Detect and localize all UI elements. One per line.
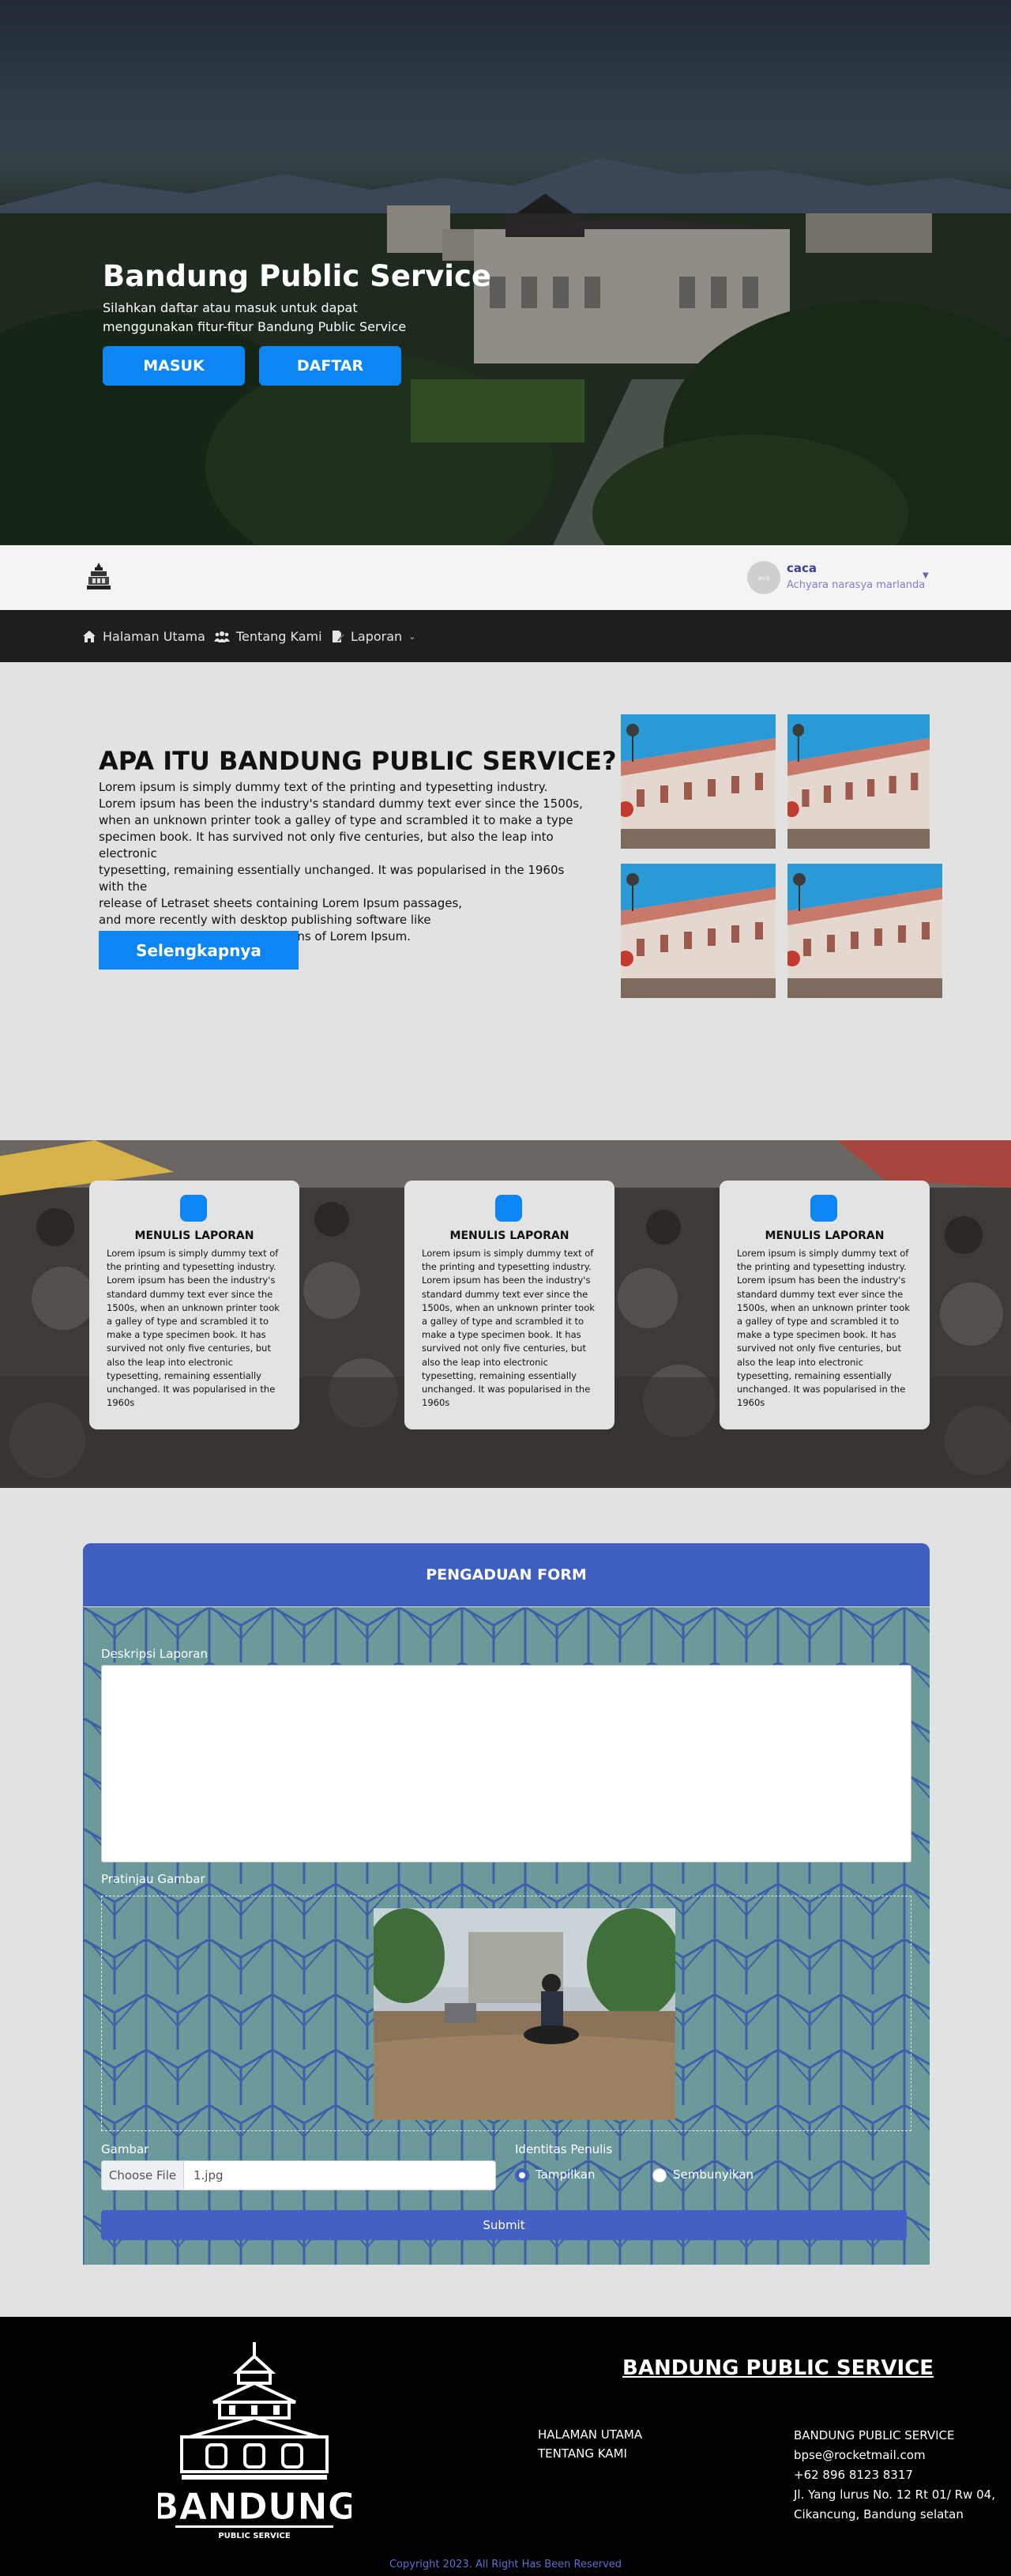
nav-label-reports: Laporan bbox=[351, 629, 403, 644]
radio-show-label[interactable]: Tampilkan bbox=[536, 2167, 595, 2182]
feature-card: MENULIS LAPORAN Lorem ipsum is simply du… bbox=[720, 1181, 930, 1429]
caret-down-icon[interactable]: ▼ bbox=[923, 571, 929, 580]
edit-document-icon bbox=[333, 631, 344, 642]
feature-icon bbox=[495, 1195, 522, 1222]
submit-button[interactable]: Submit bbox=[101, 2210, 907, 2240]
contact-name: BANDUNG PUBLIC SERVICE bbox=[794, 2428, 955, 2442]
contact-address: Jl. Yang lurus No. 12 Rt 01/ Rw 04, Cika… bbox=[794, 2487, 995, 2521]
user-avatar[interactable]: ava bbox=[747, 561, 780, 594]
users-icon bbox=[214, 631, 230, 642]
feature-card: MENULIS LAPORAN Lorem ipsum is simply du… bbox=[404, 1181, 614, 1429]
copyright-text: Copyright 2023. All Right Has Been Reser… bbox=[389, 2559, 622, 2570]
bandung-logo: BANDUNG PUBLIC SERVICE bbox=[158, 2342, 351, 2540]
hero-section: Bandung Public Service Silahkan daftar a… bbox=[0, 0, 1011, 545]
nav-label-about: Tentang Kami bbox=[236, 629, 322, 644]
chevron-down-icon: ⌄ bbox=[408, 631, 416, 642]
identity-label: Identitas Penulis bbox=[515, 2142, 613, 2156]
hero-subtitle: Silahkan daftar atau masuk untuk dapat m… bbox=[103, 300, 407, 334]
footer-title: BANDUNG PUBLIC SERVICE bbox=[622, 2356, 934, 2380]
feature-card: MENULIS LAPORAN Lorem ipsum is simply du… bbox=[89, 1181, 299, 1429]
gallery-image bbox=[787, 864, 942, 998]
footer: BANDUNG PUBLIC SERVICE BANDUNG PUBLIC SE… bbox=[0, 2317, 1011, 2576]
about-text: Lorem ipsum is simply dummy text of the … bbox=[99, 780, 583, 943]
feature-title: MENULIS LAPORAN bbox=[765, 1230, 885, 1242]
feature-icon bbox=[180, 1195, 207, 1222]
about-title: APA ITU BANDUNG PUBLIC SERVICE? bbox=[99, 746, 617, 776]
home-icon bbox=[83, 631, 96, 642]
nav-label-home: Halaman Utama bbox=[103, 629, 205, 644]
image-label: Gambar bbox=[101, 2142, 149, 2156]
file-input[interactable]: Choose File 1.jpg bbox=[101, 2160, 496, 2190]
top-bar: ava caca Achyara narasya marlanda ▼ bbox=[0, 545, 1011, 610]
nav-item-reports[interactable]: Laporan ⌄ bbox=[332, 629, 415, 644]
nav-item-home[interactable]: Halaman Utama bbox=[82, 629, 205, 644]
hero-title: Bandung Public Service bbox=[103, 259, 491, 293]
read-more-button[interactable]: Selengkapnya bbox=[99, 931, 299, 970]
gallery-image bbox=[787, 714, 930, 849]
radio-hide-label[interactable]: Sembunyikan bbox=[673, 2167, 754, 2182]
logo-subtext: PUBLIC SERVICE bbox=[218, 2532, 291, 2540]
image-preview-box bbox=[101, 1896, 911, 2131]
footer-link-home[interactable]: HALAMAN UTAMA bbox=[538, 2427, 642, 2442]
radio-hide[interactable] bbox=[652, 2168, 667, 2182]
contact-email[interactable]: bpse@rocketmail.com bbox=[794, 2446, 999, 2465]
feature-text: Lorem ipsum is simply dummy text of the … bbox=[737, 1248, 910, 1409]
user-fullname: Achyara narasya marlanda bbox=[787, 579, 926, 591]
complaint-form: Deskripsi Laporan Pratinjau Gambar Gamba… bbox=[83, 1607, 930, 2265]
feature-icon bbox=[810, 1195, 837, 1222]
description-label: Deskripsi Laporan bbox=[101, 1647, 208, 1661]
preview-image bbox=[374, 1908, 675, 2120]
feature-title: MENULIS LAPORAN bbox=[449, 1230, 569, 1242]
description-textarea[interactable] bbox=[101, 1665, 911, 1862]
register-button[interactable]: DAFTAR bbox=[259, 346, 401, 386]
site-logo-icon[interactable] bbox=[85, 561, 112, 593]
radio-show[interactable] bbox=[515, 2168, 529, 2182]
nav-item-about[interactable]: Tentang Kami bbox=[214, 629, 322, 644]
file-name: 1.jpg bbox=[194, 2168, 224, 2182]
footer-contact: BANDUNG PUBLIC SERVICE bpse@rocketmail.c… bbox=[794, 2426, 999, 2525]
feature-text: Lorem ipsum is simply dummy text of the … bbox=[422, 1248, 595, 1409]
form-header: PENGADUAN FORM bbox=[83, 1543, 930, 1606]
feature-title: MENULIS LAPORAN bbox=[134, 1230, 254, 1242]
logo-text: BANDUNG bbox=[158, 2485, 351, 2528]
gallery-image bbox=[621, 714, 776, 849]
preview-label: Pratinjau Gambar bbox=[101, 1872, 205, 1886]
user-name[interactable]: caca bbox=[787, 561, 817, 575]
login-button[interactable]: MASUK bbox=[103, 346, 245, 386]
feature-text: Lorem ipsum is simply dummy text of the … bbox=[107, 1248, 280, 1409]
footer-link-about[interactable]: TENTANG KAMI bbox=[538, 2446, 627, 2461]
choose-file-button[interactable]: Choose File bbox=[102, 2161, 184, 2190]
gallery-image bbox=[621, 864, 776, 998]
contact-phone: +62 896 8123 8317 bbox=[794, 2468, 913, 2482]
main-nav: Halaman Utama Tentang Kami Laporan ⌄ bbox=[0, 610, 1011, 662]
